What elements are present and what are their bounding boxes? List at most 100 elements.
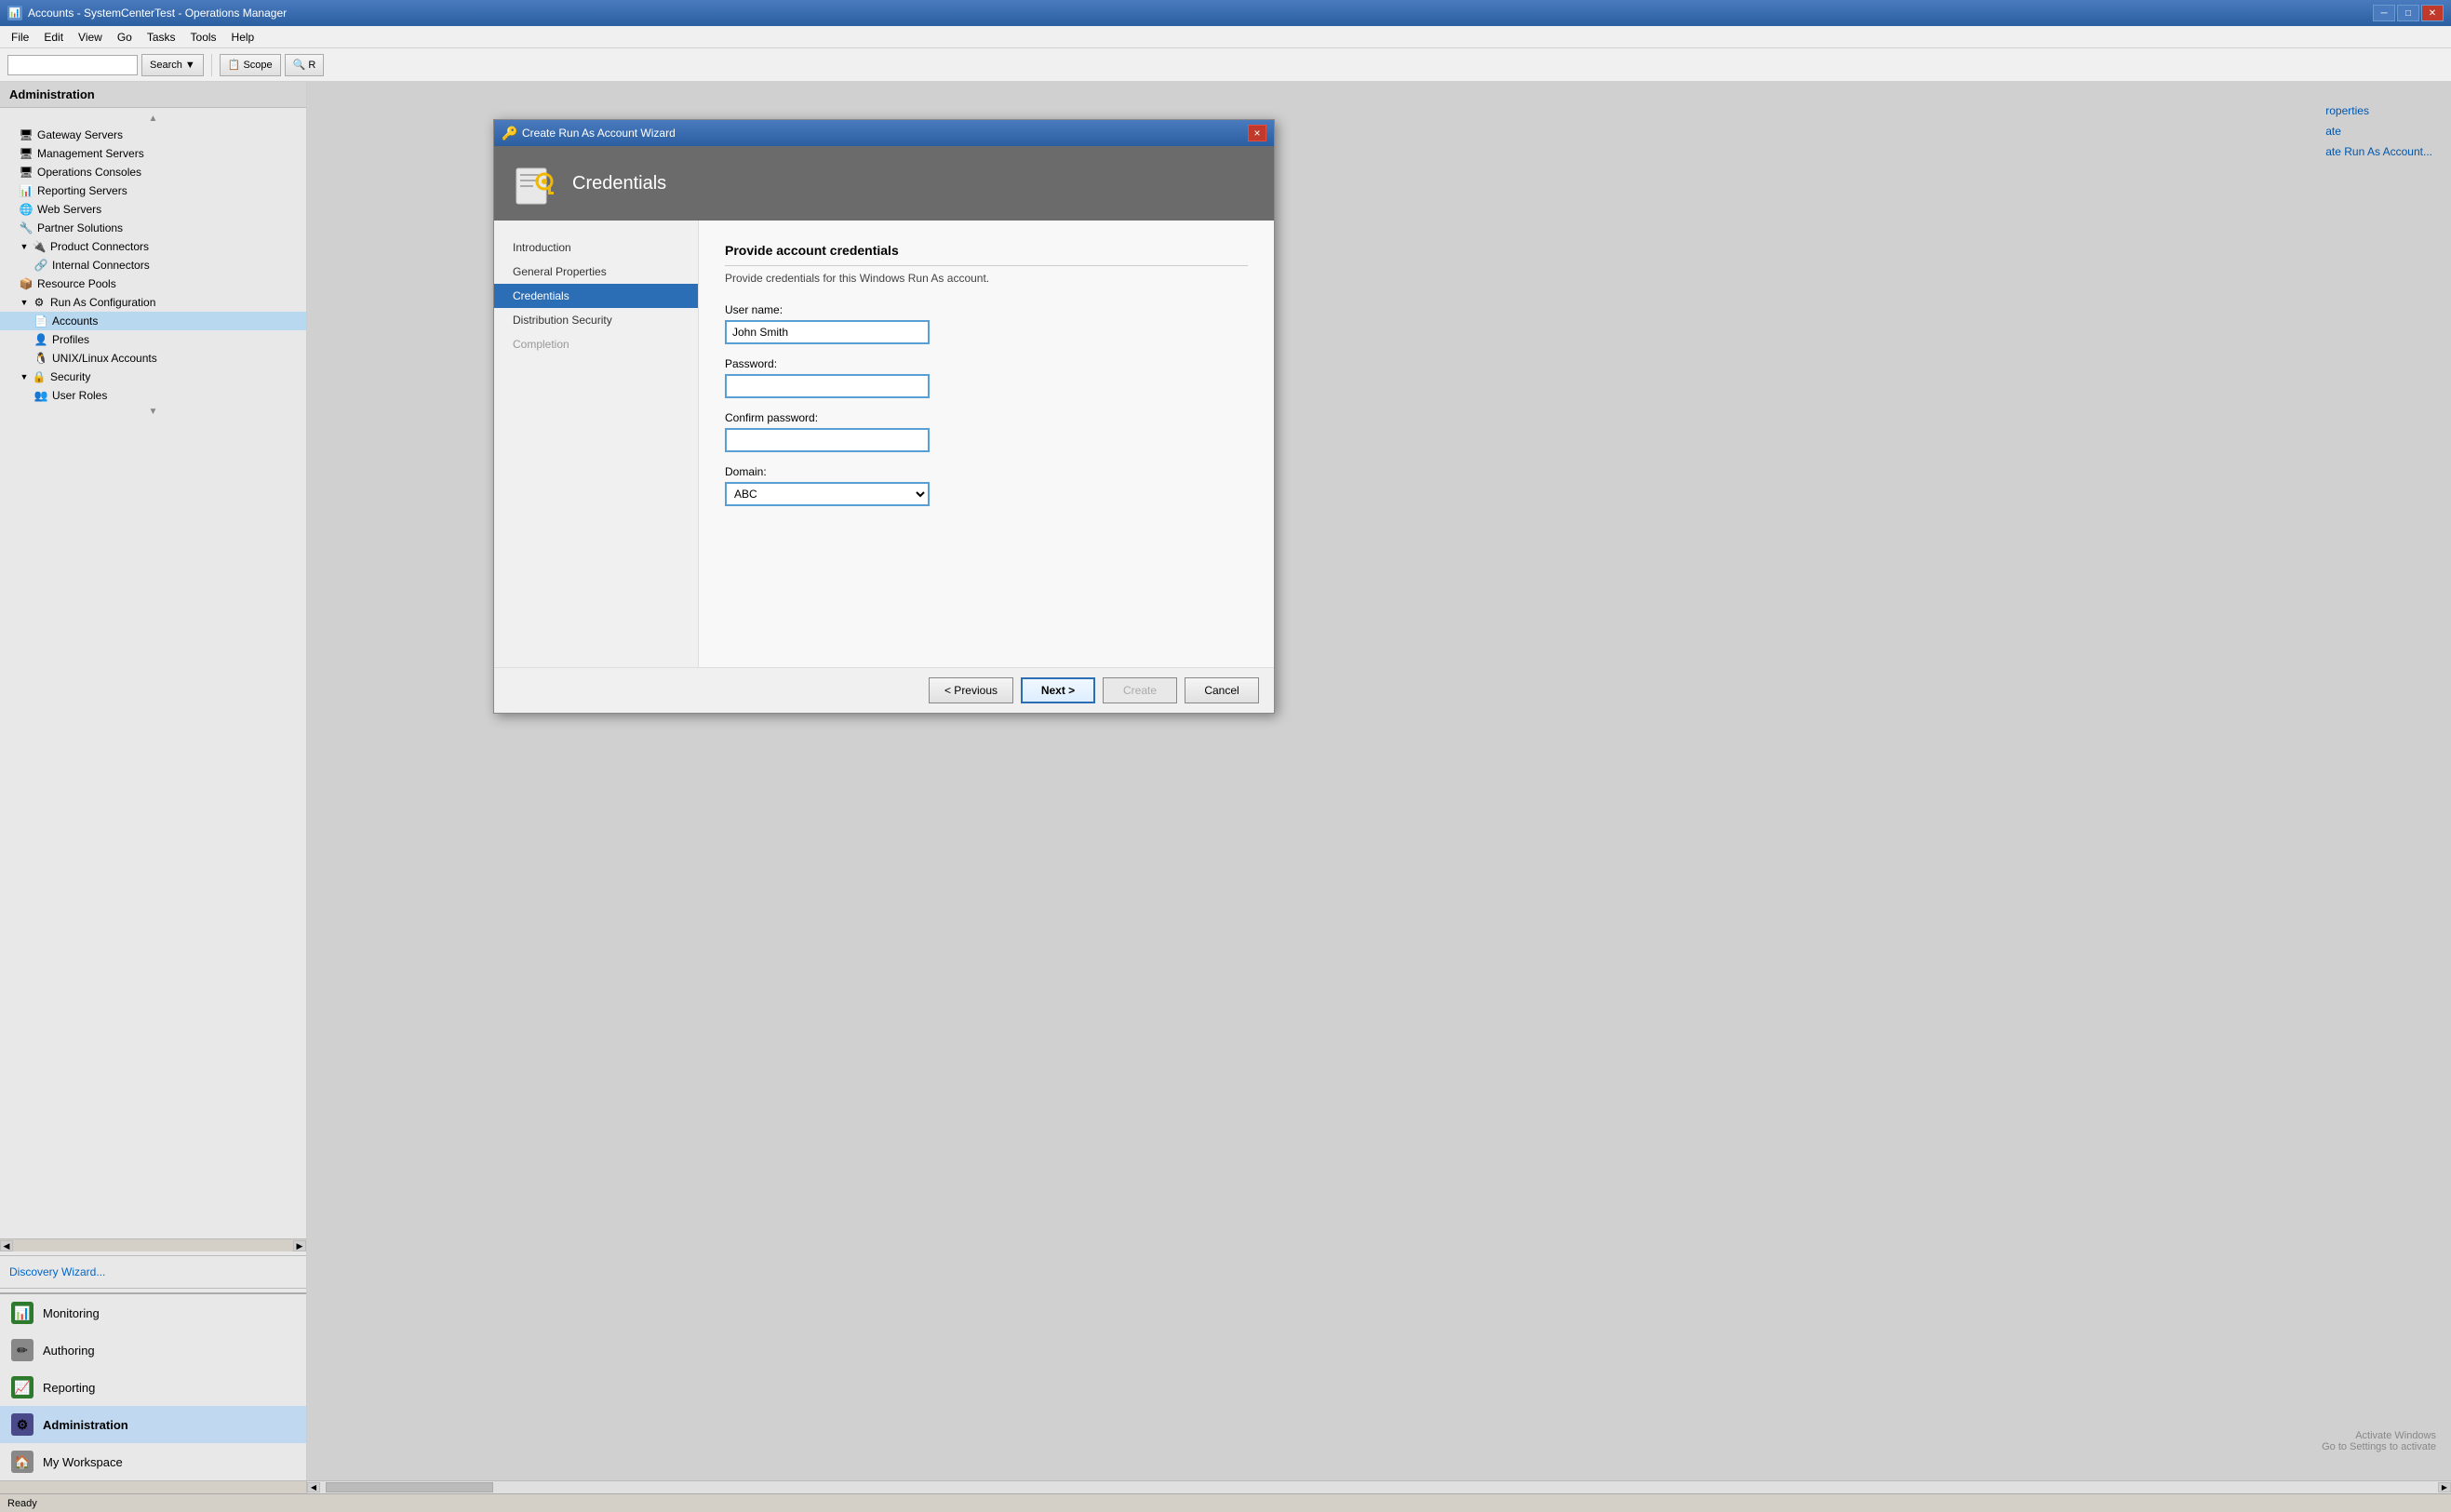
- hscroll-right[interactable]: ▶: [2438, 1482, 2451, 1492]
- scroll-down[interactable]: ▼: [0, 405, 306, 419]
- maximize-button[interactable]: □: [2397, 5, 2419, 21]
- menu-view[interactable]: View: [71, 26, 110, 47]
- sidebar-item-run-as-configuration[interactable]: ▼ ⚙ Run As Configuration: [0, 293, 306, 312]
- content-subtitle: Provide credentials for this Windows Run…: [725, 272, 1248, 285]
- confirm-password-input[interactable]: [725, 428, 930, 452]
- accounts-icon: 📄: [33, 314, 48, 328]
- minimize-button[interactable]: ─: [2373, 5, 2395, 21]
- main-hscrollbar[interactable]: ◀ ▶: [307, 1481, 2451, 1493]
- scroll-left[interactable]: ◀: [0, 1240, 13, 1251]
- security-expand: ▼: [19, 371, 30, 382]
- menu-go[interactable]: Go: [110, 26, 140, 47]
- dialog-title: Create Run As Account Wizard: [522, 127, 1248, 140]
- reporting-icon: 📈: [11, 1376, 33, 1398]
- menu-bar: File Edit View Go Tasks Tools Help: [0, 26, 2451, 48]
- cancel-button[interactable]: Cancel: [1185, 677, 1259, 703]
- nav-reporting[interactable]: 📈 Reporting: [0, 1369, 306, 1406]
- wizard-step-completion: Completion: [494, 332, 698, 356]
- discovery-wizard-link[interactable]: Discovery Wizard...: [0, 1260, 306, 1284]
- nav-administration[interactable]: ⚙ Administration: [0, 1406, 306, 1443]
- user-roles-icon: 👥: [33, 388, 48, 403]
- status-bar: Ready: [0, 1493, 2451, 1512]
- activate-windows: Activate Windows Go to Settings to activ…: [2322, 1430, 2436, 1452]
- sidebar-item-gateway-servers[interactable]: 🖥 Gateway Servers: [0, 126, 306, 144]
- search-button[interactable]: Search ▼: [141, 54, 204, 76]
- status-text: Ready: [7, 1498, 37, 1509]
- bottom-scrollbar: ◀ ▶: [0, 1480, 2451, 1493]
- toolbar: Search ▼ 📋 Scope 🔍 R: [0, 48, 2451, 82]
- domain-group: Domain: ABC: [725, 465, 1248, 506]
- wizard-step-general-properties[interactable]: General Properties: [494, 260, 698, 284]
- dialog-close-button[interactable]: ×: [1248, 125, 1266, 141]
- profiles-icon: 👤: [33, 332, 48, 347]
- menu-file[interactable]: File: [4, 26, 36, 47]
- search-input[interactable]: [7, 55, 138, 75]
- username-input[interactable]: [725, 320, 930, 344]
- menu-help[interactable]: Help: [224, 26, 262, 47]
- menu-tools[interactable]: Tools: [183, 26, 224, 47]
- content-title: Provide account credentials: [725, 243, 1248, 266]
- wizard-step-credentials[interactable]: Credentials: [494, 284, 698, 308]
- main-layout: Administration ▲ 🖥 Gateway Servers 🖥 Man…: [0, 82, 2451, 1480]
- scroll-up[interactable]: ▲: [0, 112, 306, 126]
- wizard-step-introduction[interactable]: Introduction: [494, 235, 698, 260]
- previous-button[interactable]: < Previous: [929, 677, 1013, 703]
- scope-button[interactable]: 📋 Scope: [220, 54, 281, 76]
- create-run-as-dialog: 🔑 Create Run As Account Wizard ×: [493, 119, 1275, 714]
- sidebar-item-product-connectors[interactable]: ▼ 🔌 Product Connectors: [0, 237, 306, 256]
- wizard-step-distribution-security[interactable]: Distribution Security: [494, 308, 698, 332]
- main-content: roperties ate ate Run As Account... 🔑 Cr…: [307, 82, 2451, 1480]
- dialog-header: Credentials: [494, 146, 1274, 221]
- next-button[interactable]: Next >: [1021, 677, 1095, 703]
- menu-edit[interactable]: Edit: [36, 26, 71, 47]
- confirm-password-group: Confirm password:: [725, 411, 1248, 452]
- nav-authoring[interactable]: ✏ Authoring: [0, 1331, 306, 1369]
- sidebar-item-unix-accounts[interactable]: 🐧 UNIX/Linux Accounts: [0, 349, 306, 368]
- scroll-right[interactable]: ▶: [293, 1240, 306, 1251]
- hscroll-thumb[interactable]: [326, 1482, 493, 1492]
- password-label: Password:: [725, 357, 1248, 370]
- dialog-titlebar: 🔑 Create Run As Account Wizard ×: [494, 120, 1274, 146]
- sidebar: Administration ▲ 🖥 Gateway Servers 🖥 Man…: [0, 82, 307, 1480]
- password-group: Password:: [725, 357, 1248, 398]
- sidebar-item-accounts[interactable]: 📄 Accounts: [0, 312, 306, 330]
- dialog-header-title: Credentials: [572, 173, 666, 194]
- menu-tasks[interactable]: Tasks: [140, 26, 183, 47]
- sidebar-item-reporting-servers[interactable]: 📊 Reporting Servers: [0, 181, 306, 200]
- sidebar-item-resource-pools[interactable]: 📦 Resource Pools: [0, 274, 306, 293]
- operations-consoles-icon: 🖥: [19, 165, 33, 180]
- nav-my-workspace[interactable]: 🏠 My Workspace: [0, 1443, 306, 1480]
- sidebar-item-security[interactable]: ▼ 🔒 Security: [0, 368, 306, 386]
- sidebar-divider-2: [0, 1288, 306, 1289]
- sidebar-tree: ▲ 🖥 Gateway Servers 🖥 Management Servers…: [0, 108, 306, 1238]
- wizard-content: Provide account credentials Provide cred…: [699, 221, 1274, 667]
- resource-pools-icon: 📦: [19, 276, 33, 291]
- dialog-title-icon: 🔑: [502, 126, 516, 140]
- sidebar-hscrollbar[interactable]: ◀ ▶: [0, 1238, 306, 1251]
- product-connectors-expand: ▼: [19, 241, 30, 252]
- sidebar-item-operations-consoles[interactable]: 🖥 Operations Consoles: [0, 163, 306, 181]
- sidebar-item-internal-connectors[interactable]: 🔗 Internal Connectors: [0, 256, 306, 274]
- partner-solutions-icon: 🔧: [19, 221, 33, 235]
- sidebar-item-web-servers[interactable]: 🌐 Web Servers: [0, 200, 306, 219]
- unix-accounts-icon: 🐧: [33, 351, 48, 366]
- my-workspace-icon: 🏠: [11, 1451, 33, 1473]
- window-controls: ─ □ ✕: [2373, 5, 2444, 21]
- find-button[interactable]: 🔍 R: [285, 54, 325, 76]
- domain-select[interactable]: ABC: [725, 482, 930, 506]
- nav-monitoring[interactable]: 📊 Monitoring: [0, 1294, 306, 1331]
- run-as-expand: ▼: [19, 297, 30, 308]
- hscroll-left[interactable]: ◀: [307, 1482, 320, 1492]
- sidebar-item-partner-solutions[interactable]: 🔧 Partner Solutions: [0, 219, 306, 237]
- close-button[interactable]: ✕: [2421, 5, 2444, 21]
- internal-connectors-icon: 🔗: [33, 258, 48, 273]
- sidebar-scroll-bottom: [0, 1481, 307, 1493]
- password-input[interactable]: [725, 374, 930, 398]
- sidebar-item-profiles[interactable]: 👤 Profiles: [0, 330, 306, 349]
- sidebar-item-user-roles[interactable]: 👥 User Roles: [0, 386, 306, 405]
- create-button[interactable]: Create: [1103, 677, 1177, 703]
- app-icon: 📊: [7, 6, 22, 20]
- sidebar-item-management-servers[interactable]: 🖥 Management Servers: [0, 144, 306, 163]
- sidebar-header: Administration: [0, 82, 306, 108]
- confirm-password-label: Confirm password:: [725, 411, 1248, 424]
